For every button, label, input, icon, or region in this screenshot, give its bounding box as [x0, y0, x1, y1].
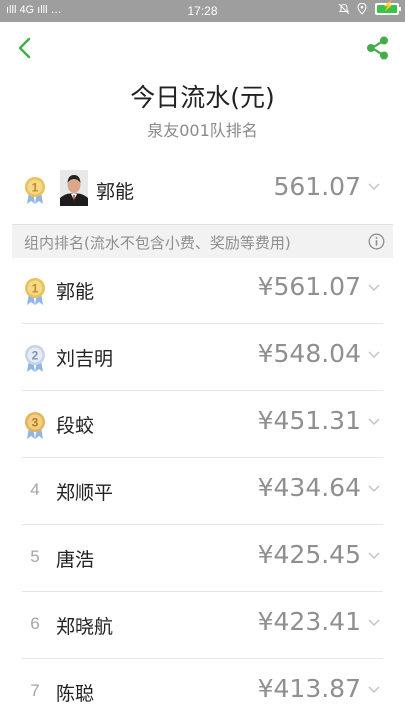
info-icon[interactable] — [368, 233, 385, 250]
chevron-down-icon — [368, 351, 380, 359]
bronze-medal-icon: 3 — [25, 412, 45, 439]
battery-icon: ⚡ — [375, 1, 401, 16]
silent-bell-icon — [338, 3, 350, 15]
chevron-down-icon — [368, 485, 380, 493]
ranking-list: 1 郭能 ¥561.07 2 刘吉明 ¥548.04 3 段蛟 ¥451.31 — [0, 257, 405, 726]
back-arrow-icon — [18, 37, 31, 59]
my-name: 郭能 — [96, 181, 135, 203]
ranking-row[interactable]: 1 郭能 ¥561.07 — [0, 257, 405, 324]
ranking-note-text: 组内排名(流水不包含小费、奖励等费用) — [24, 234, 291, 252]
location-icon — [357, 3, 367, 15]
share-icon — [367, 36, 388, 60]
player-amount: ¥451.31 — [257, 406, 361, 435]
ranking-row[interactable]: 6 郑晓航 ¥423.41 — [0, 592, 405, 659]
ranking-row[interactable]: 3 段蛟 ¥451.31 — [0, 391, 405, 458]
ranking-note-bar: 组内排名(流水不包含小费、奖励等费用) — [12, 224, 393, 258]
player-name: 郑晓航 — [56, 616, 114, 638]
status-icons: ⚡ — [334, 1, 401, 19]
gold-medal-icon: 1 — [25, 278, 45, 305]
player-name: 唐浩 — [56, 549, 95, 571]
page-subtitle: 泉友001队排名 — [147, 121, 258, 140]
my-amount: 561.07 — [273, 172, 361, 201]
player-amount: ¥548.04 — [257, 339, 361, 368]
ranking-row[interactable]: 2 刘吉明 ¥548.04 — [0, 324, 405, 391]
rank-number: 5 — [30, 547, 40, 566]
my-rank-card[interactable]: 1 郭能 561.07 — [0, 156, 405, 224]
rank-number: 2 — [32, 349, 39, 363]
share-button[interactable] — [363, 34, 391, 62]
ranking-row[interactable]: 7 陈聪 ¥413.87 — [0, 659, 405, 726]
rank-number: 1 — [32, 282, 39, 296]
rank-number: 4 — [30, 480, 40, 499]
player-name: 陈聪 — [56, 683, 95, 705]
player-amount: ¥561.07 — [257, 272, 361, 301]
chevron-down-icon — [368, 284, 380, 292]
svg-text:1: 1 — [32, 181, 39, 195]
player-amount: ¥423.41 — [257, 607, 361, 636]
chevron-down-icon — [368, 418, 380, 426]
chevron-down-icon — [368, 619, 380, 627]
player-name: 郭能 — [56, 281, 95, 303]
player-name: 刘吉明 — [56, 348, 114, 370]
chevron-down-icon — [368, 686, 380, 694]
chevron-down-icon — [368, 183, 380, 191]
ranking-row[interactable]: 5 唐浩 ¥425.45 — [0, 525, 405, 592]
rank-number: 3 — [32, 416, 39, 430]
chevron-down-icon — [368, 552, 380, 560]
player-amount: ¥434.64 — [257, 473, 361, 502]
page-title: 今日流水(元) — [130, 83, 275, 112]
ranking-row[interactable]: 4 郑顺平 ¥434.64 — [0, 458, 405, 525]
player-amount: ¥413.87 — [257, 674, 361, 703]
player-name: 郑顺平 — [56, 482, 114, 504]
back-button[interactable] — [12, 34, 40, 62]
gold-medal-icon: 1 — [25, 177, 45, 204]
player-name: 段蛟 — [56, 415, 95, 437]
rank-number: 6 — [30, 614, 40, 633]
avatar — [60, 170, 88, 206]
rank-number: 7 — [30, 681, 40, 700]
status-bar: ılll 4G ılll … 17:28 ⚡ — [0, 0, 405, 22]
silver-medal-icon: 2 — [25, 345, 45, 372]
player-amount: ¥425.45 — [257, 540, 361, 569]
